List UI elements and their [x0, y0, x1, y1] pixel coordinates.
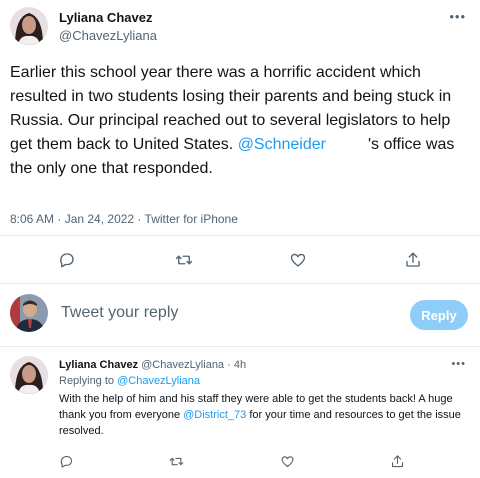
- reply-tweet: Lyliana Chavez @ChavezLyliana · 4h ••• R…: [0, 347, 480, 478]
- author-handle[interactable]: @ChavezLyliana: [59, 28, 157, 43]
- tweet-text: Earlier this school year there was a hor…: [10, 61, 472, 181]
- share-icon[interactable]: [403, 250, 423, 270]
- reply-author-name[interactable]: Lyliana Chavez: [59, 359, 138, 371]
- avatar[interactable]: [10, 356, 48, 394]
- replying-to-link[interactable]: @ChavezLyliana: [117, 375, 200, 387]
- avatar[interactable]: [10, 7, 48, 45]
- tweet-timestamp[interactable]: 8:06 AM · Jan 24, 2022 · Twitter for iPh…: [10, 212, 238, 226]
- divider: [0, 235, 480, 236]
- retweet-icon[interactable]: [166, 451, 186, 471]
- user-avatar[interactable]: [10, 294, 48, 332]
- like-icon[interactable]: [277, 451, 297, 471]
- replying-to: Replying to @ChavezLyliana: [59, 375, 200, 387]
- like-icon[interactable]: [288, 250, 308, 270]
- reply-icon[interactable]: [57, 250, 77, 270]
- mention-link[interactable]: @District_73: [183, 409, 246, 421]
- share-icon[interactable]: [387, 451, 407, 471]
- reply-icon[interactable]: [56, 451, 76, 471]
- more-options-icon[interactable]: •••: [449, 9, 466, 24]
- reply-button[interactable]: Reply: [410, 300, 468, 330]
- reply-header: Lyliana Chavez @ChavezLyliana · 4h: [59, 359, 246, 371]
- main-tweet: Lyliana Chavez @ChavezLyliana ••• Earlie…: [0, 0, 480, 284]
- author-name[interactable]: Lyliana Chavez: [59, 10, 152, 25]
- retweet-icon[interactable]: [174, 250, 194, 270]
- more-options-icon[interactable]: •••: [451, 358, 466, 370]
- reply-handle-time[interactable]: @ChavezLyliana · 4h: [138, 359, 246, 371]
- reply-composer: Tweet your reply Reply: [0, 284, 480, 347]
- replying-prefix: Replying to: [59, 375, 118, 387]
- reply-text: With the help of him and his staff they …: [59, 391, 471, 439]
- reply-input[interactable]: Tweet your reply: [61, 304, 178, 322]
- mention-link[interactable]: @Schneider: [238, 136, 326, 153]
